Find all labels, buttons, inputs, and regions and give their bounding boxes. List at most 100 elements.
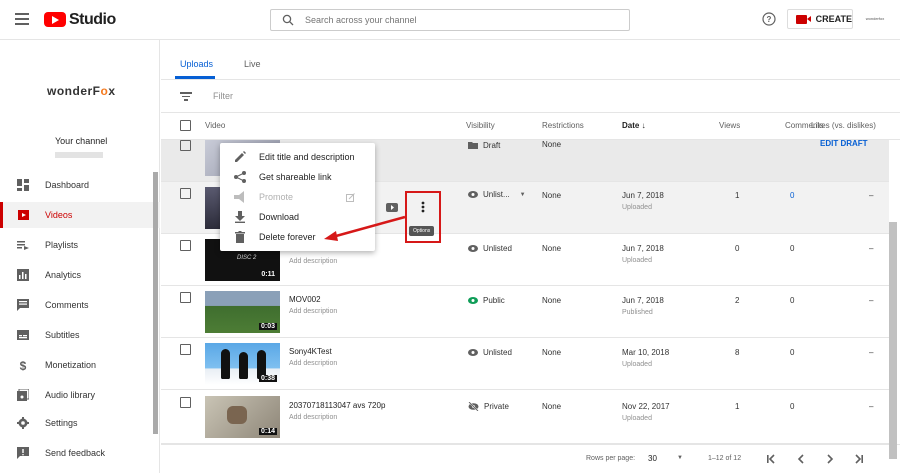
comments-cell: 0 bbox=[790, 296, 795, 305]
subtitles-icon bbox=[17, 330, 29, 340]
sidebar-item-label: Comments bbox=[45, 300, 89, 310]
row-checkbox[interactable] bbox=[180, 140, 191, 151]
last-page-icon[interactable] bbox=[853, 453, 865, 465]
sidebar-item-label: Send feedback bbox=[45, 448, 106, 458]
first-page-icon[interactable] bbox=[765, 453, 777, 465]
menu-item-delete-forever[interactable]: Delete forever bbox=[220, 227, 375, 247]
visibility-cell[interactable]: Draft bbox=[468, 140, 500, 150]
row-checkbox[interactable] bbox=[180, 344, 191, 355]
duration-badge: 0:38 bbox=[258, 375, 277, 382]
video-description[interactable]: Add description bbox=[289, 414, 337, 421]
col-visibility[interactable]: Visibility bbox=[466, 121, 495, 130]
date-status: Uploaded bbox=[622, 204, 652, 211]
svg-text:$: $ bbox=[20, 359, 27, 371]
date-cell: Jun 7, 2018 bbox=[622, 244, 664, 253]
help-icon[interactable]: ? bbox=[762, 12, 776, 26]
select-all-checkbox[interactable] bbox=[180, 120, 191, 131]
youtube-logo-icon[interactable] bbox=[44, 12, 66, 27]
menu-item-edit-title[interactable]: Edit title and description bbox=[220, 147, 375, 167]
sidebar-item-subtitles[interactable]: Subtitles bbox=[0, 322, 160, 348]
video-thumbnail[interactable]: 0:03 bbox=[205, 291, 280, 333]
duration-badge: 0:03 bbox=[258, 323, 277, 330]
row-checkbox[interactable] bbox=[180, 292, 191, 303]
sidebar-item-analytics[interactable]: Analytics bbox=[0, 262, 160, 288]
youtube-play-icon[interactable] bbox=[386, 203, 398, 212]
feedback-icon bbox=[17, 447, 29, 459]
views-cell: 0 bbox=[735, 244, 740, 253]
eye-icon bbox=[468, 297, 478, 304]
external-link-icon bbox=[346, 192, 355, 202]
sidebar-item-send-feedback[interactable]: Send feedback bbox=[0, 440, 160, 466]
visibility-cell[interactable]: Public bbox=[468, 296, 505, 305]
share-icon bbox=[234, 171, 246, 183]
row-checkbox[interactable] bbox=[180, 188, 191, 199]
more-options-icon[interactable] bbox=[421, 201, 425, 213]
col-views[interactable]: Views bbox=[719, 121, 740, 130]
comments-cell: 0 bbox=[790, 348, 795, 357]
tab-uploads[interactable]: Uploads bbox=[180, 59, 213, 69]
video-title[interactable]: Sony4KTest bbox=[289, 347, 332, 356]
main-scrollbar[interactable] bbox=[889, 222, 897, 459]
create-button[interactable]: CREATE bbox=[787, 9, 853, 29]
comments-icon bbox=[17, 299, 29, 311]
search-box[interactable] bbox=[270, 9, 630, 31]
sidebar-item-playlists[interactable]: Playlists bbox=[0, 232, 160, 258]
menu-item-download[interactable]: Download bbox=[220, 207, 375, 227]
svg-text:?: ? bbox=[767, 15, 772, 24]
menu-item-promote: Promote bbox=[220, 187, 375, 207]
channel-logo[interactable]: wonderFox bbox=[47, 84, 116, 98]
row-checkbox[interactable] bbox=[180, 240, 191, 251]
studio-label[interactable]: Studio bbox=[69, 11, 116, 29]
sidebar-item-label: Monetization bbox=[45, 360, 97, 370]
next-page-icon[interactable] bbox=[824, 453, 836, 465]
visibility-cell[interactable]: Unlist... ▼ bbox=[468, 190, 526, 199]
filter-bar[interactable]: Filter bbox=[161, 80, 900, 113]
options-tooltip: Options bbox=[409, 226, 435, 236]
video-thumbnail[interactable]: 0:14 bbox=[205, 396, 280, 438]
restrictions-cell: None bbox=[542, 191, 562, 200]
visibility-cell[interactable]: Private bbox=[468, 402, 509, 411]
row-checkbox[interactable] bbox=[180, 397, 191, 408]
search-input[interactable] bbox=[305, 13, 605, 27]
avatar[interactable]: wonderfox bbox=[862, 13, 888, 25]
video-title[interactable]: 20370718113047 avs 720p bbox=[289, 401, 385, 410]
sidebar-item-comments[interactable]: Comments bbox=[0, 292, 160, 318]
menu-icon[interactable] bbox=[15, 13, 29, 25]
sidebar-item-label: Videos bbox=[45, 210, 73, 220]
edit-draft-button[interactable]: EDIT DRAFT bbox=[820, 139, 868, 148]
visibility-cell[interactable]: Unlisted bbox=[468, 348, 512, 357]
trash-icon bbox=[235, 231, 245, 243]
download-icon bbox=[235, 211, 245, 223]
sidebar-item-monetization[interactable]: $ Monetization bbox=[0, 352, 160, 378]
tab-live[interactable]: Live bbox=[244, 59, 261, 69]
date-cell: Jun 7, 2018 bbox=[622, 191, 664, 200]
sidebar-item-dashboard[interactable]: Dashboard bbox=[0, 172, 160, 198]
filter-icon[interactable] bbox=[180, 92, 192, 103]
table-row[interactable]: 0:38 Sony4KTest Add description Unlisted… bbox=[161, 338, 889, 390]
menu-item-share-link[interactable]: Get shareable link bbox=[220, 167, 375, 187]
sidebar-scrollbar[interactable] bbox=[153, 172, 158, 434]
video-title[interactable]: MOV002 bbox=[289, 295, 321, 304]
video-description[interactable]: Add description bbox=[289, 308, 337, 315]
table-row[interactable]: 0:03 MOV002 Add description Public None … bbox=[161, 286, 889, 338]
visibility-cell[interactable]: Unlisted bbox=[468, 244, 512, 253]
rows-per-page-select[interactable]: 30 bbox=[648, 454, 657, 463]
video-description[interactable]: Add description bbox=[289, 360, 337, 367]
table-row[interactable]: 0:14 20370718113047 avs 720p Add descrip… bbox=[161, 390, 889, 444]
playlists-icon bbox=[17, 241, 29, 250]
sidebar-item-settings[interactable]: Settings bbox=[0, 410, 160, 436]
sidebar-item-videos[interactable]: Videos bbox=[0, 202, 160, 228]
comments-cell[interactable]: 0 bbox=[790, 191, 794, 200]
dashboard-icon bbox=[17, 179, 29, 191]
col-restrictions[interactable]: Restrictions bbox=[542, 121, 584, 130]
prev-page-icon[interactable] bbox=[795, 453, 807, 465]
sidebar-item-audio-library[interactable]: Audio library bbox=[0, 382, 160, 408]
views-cell: 2 bbox=[735, 296, 740, 305]
video-description[interactable]: Add description bbox=[289, 258, 337, 265]
filter-input[interactable]: Filter bbox=[213, 91, 233, 101]
sidebar-item-label: Dashboard bbox=[45, 180, 90, 190]
col-date[interactable]: Date ↓ bbox=[622, 121, 646, 130]
chevron-down-icon[interactable]: ▼ bbox=[520, 192, 526, 198]
chevron-down-icon[interactable]: ▼ bbox=[677, 455, 683, 461]
video-thumbnail[interactable]: 0:38 bbox=[205, 343, 280, 385]
